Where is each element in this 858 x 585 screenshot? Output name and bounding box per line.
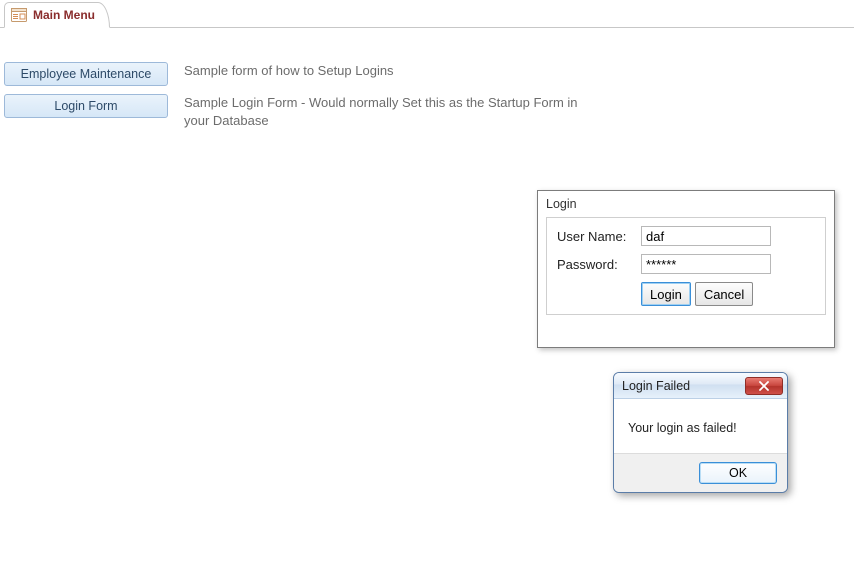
login-dialog-title: Login [546, 197, 826, 211]
tab-underline [0, 27, 854, 28]
login-button[interactable]: Login [641, 282, 691, 306]
close-icon[interactable] [745, 377, 783, 395]
password-label: Password: [557, 257, 641, 272]
menu-row: Employee Maintenance Sample form of how … [4, 62, 858, 86]
menu-desc: Sample Login Form - Would normally Set t… [184, 94, 604, 129]
login-fieldset: User Name: Password: Login Cancel [546, 217, 826, 315]
main-menu-area: Employee Maintenance Sample form of how … [0, 30, 858, 129]
msgbox-footer: OK [614, 453, 787, 492]
username-row: User Name: [557, 226, 815, 246]
password-input[interactable] [641, 254, 771, 274]
username-label: User Name: [557, 229, 641, 244]
password-row: Password: [557, 254, 815, 274]
cancel-button[interactable]: Cancel [695, 282, 753, 306]
msgbox-title-text: Login Failed [622, 379, 690, 393]
login-actions: Login Cancel [641, 282, 815, 306]
username-input[interactable] [641, 226, 771, 246]
menu-row: Login Form Sample Login Form - Would nor… [4, 94, 858, 129]
ok-button[interactable]: OK [699, 462, 777, 484]
login-form-button[interactable]: Login Form [4, 94, 168, 118]
login-failed-msgbox: Login Failed Your login as failed! OK [613, 372, 788, 493]
msgbox-body: Your login as failed! [614, 399, 787, 453]
employee-maintenance-button[interactable]: Employee Maintenance [4, 62, 168, 86]
menu-desc: Sample form of how to Setup Logins [184, 62, 394, 80]
tab-strip: Main Menu [0, 2, 858, 30]
tab-main-menu[interactable]: Main Menu [4, 2, 110, 28]
msgbox-titlebar: Login Failed [614, 373, 787, 399]
login-dialog: Login User Name: Password: Login Cancel [537, 190, 835, 348]
tab-title: Main Menu [33, 8, 95, 22]
form-icon [11, 8, 27, 22]
